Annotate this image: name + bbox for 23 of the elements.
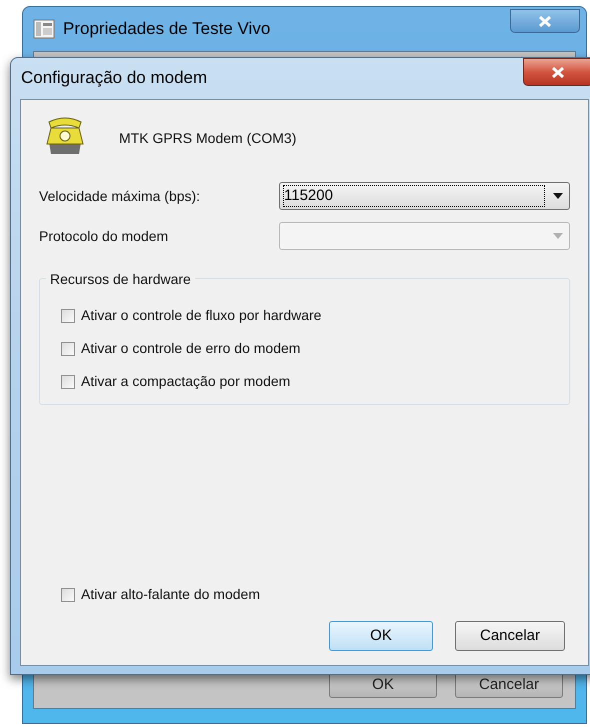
dialog-title: Configuração do modem bbox=[21, 67, 208, 90]
close-button[interactable] bbox=[510, 9, 580, 33]
checkbox-label: Ativar o controle de erro do modem bbox=[81, 339, 300, 358]
dropdown-value: 115200 bbox=[283, 185, 545, 207]
close-icon bbox=[539, 16, 551, 26]
checkbox-label: Ativar alto-falante do modem bbox=[81, 585, 260, 604]
dialog-button[interactable]: OK bbox=[329, 621, 433, 651]
close-button[interactable] bbox=[523, 58, 590, 86]
checkbox[interactable] bbox=[61, 588, 75, 602]
checkbox-label: Ativar o controle de fluxo por hardware bbox=[81, 306, 322, 325]
dropdown-arrow-icon bbox=[553, 233, 563, 239]
dropdown[interactable]: 115200 bbox=[279, 182, 570, 210]
checkbox[interactable] bbox=[61, 308, 75, 322]
field-label: Protocolo do modem bbox=[39, 226, 170, 246]
dropdown-arrow-icon bbox=[553, 193, 563, 199]
checkbox-label: Ativar a compactação por modem bbox=[81, 372, 290, 391]
dialog-button[interactable]: Cancelar bbox=[455, 621, 565, 651]
field-label: Velocidade máxima (bps): bbox=[39, 186, 202, 206]
window-title: Propriedades de Teste Vivo bbox=[63, 18, 270, 40]
device-name: MTK GPRS Modem (COM3) bbox=[119, 129, 296, 148]
checkbox[interactable] bbox=[61, 342, 75, 356]
close-icon bbox=[552, 66, 564, 78]
checkbox[interactable] bbox=[61, 374, 75, 388]
